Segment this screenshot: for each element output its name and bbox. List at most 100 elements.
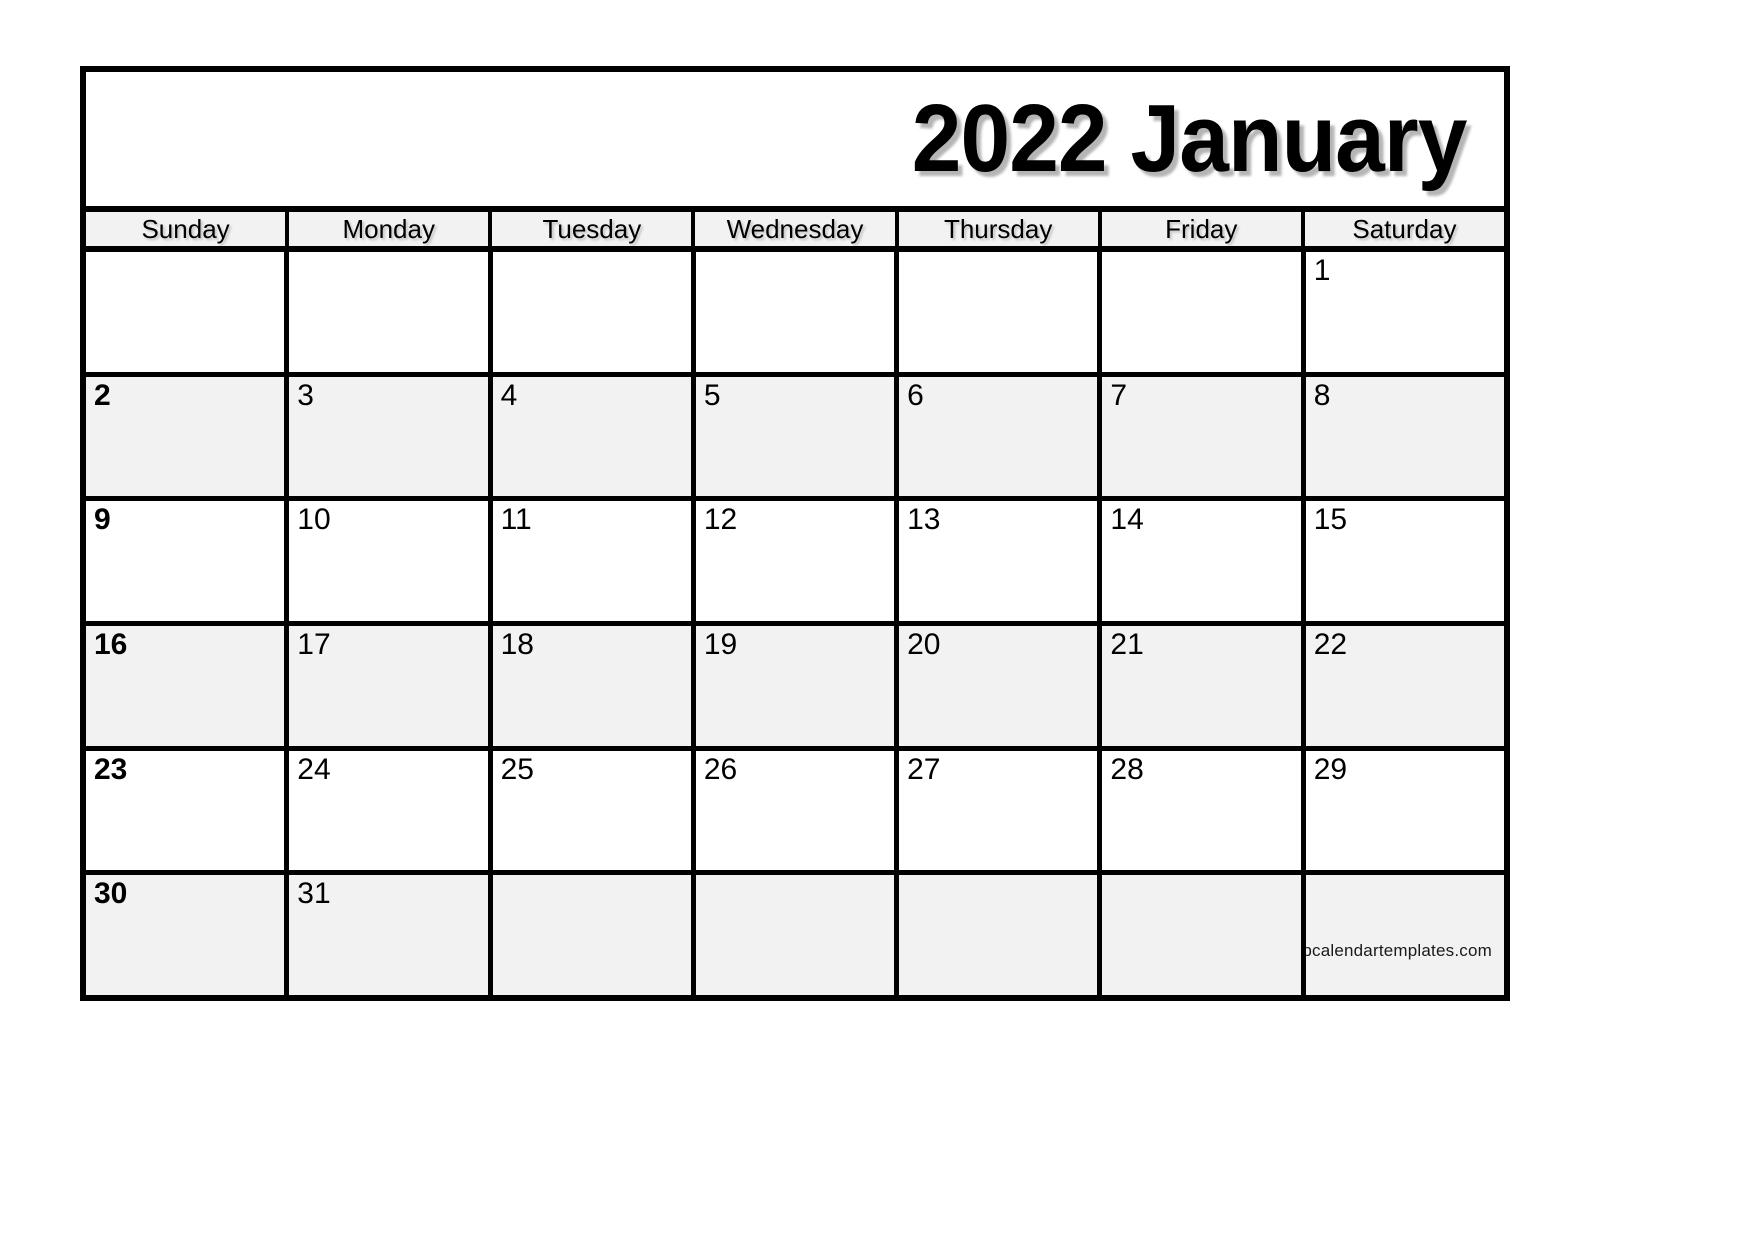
- weekday-label: Sunday: [141, 214, 230, 244]
- day-number: 25: [500, 752, 534, 786]
- day-number: 21: [1110, 628, 1144, 662]
- weekday-header-saturday: Saturday: [1304, 212, 1504, 246]
- day-cell[interactable]: [695, 252, 900, 372]
- day-cell[interactable]: 24: [289, 750, 493, 871]
- day-cell[interactable]: 5: [695, 376, 900, 497]
- day-cell[interactable]: 15: [1305, 501, 1504, 622]
- day-cell[interactable]: [695, 875, 900, 996]
- day-number: 9: [94, 503, 111, 537]
- day-number: 1: [1313, 254, 1331, 287]
- week-row: 9 10 11 12 13 14 15: [86, 501, 1504, 627]
- weekday-header-wednesday: Wednesday: [695, 212, 899, 246]
- day-number: 24: [297, 752, 331, 786]
- day-number: 8: [1313, 378, 1331, 412]
- week-row: 23 24 25 26 27 28 29: [86, 750, 1504, 876]
- week-row: 30 31 topcalendartemplates.com: [86, 875, 1504, 996]
- weekday-header-row: Sunday Monday Tuesday Wednesday Thursday…: [86, 212, 1504, 252]
- week-row: 16 17 18 19 20 21 22: [86, 626, 1504, 751]
- day-cell[interactable]: 9: [86, 501, 290, 622]
- day-number: 31: [297, 877, 331, 911]
- day-cell[interactable]: 11: [492, 501, 696, 622]
- week-row: 1: [86, 252, 1504, 377]
- day-cell[interactable]: [899, 875, 1103, 996]
- day-cell[interactable]: 13: [899, 501, 1103, 622]
- day-cell[interactable]: 14: [1102, 501, 1306, 622]
- day-cell[interactable]: 30: [86, 875, 290, 996]
- day-cell[interactable]: 31: [289, 875, 493, 996]
- day-number: 10: [297, 503, 331, 537]
- day-cell[interactable]: 18: [492, 626, 696, 746]
- day-cell[interactable]: 25: [492, 750, 696, 871]
- day-cell[interactable]: 20: [899, 626, 1103, 746]
- day-number: 12: [703, 503, 738, 537]
- calendar-page: 2022 January Sunday Monday Tuesday Wedne…: [0, 0, 1754, 1240]
- weekday-header-thursday: Thursday: [898, 212, 1102, 246]
- weekday-header-friday: Friday: [1101, 212, 1305, 246]
- day-cell[interactable]: topcalendartemplates.com: [1305, 875, 1504, 996]
- weekday-label: Monday: [342, 214, 435, 244]
- day-cell[interactable]: 1: [1305, 252, 1504, 372]
- weekday-header-sunday: Sunday: [86, 212, 290, 246]
- day-cell[interactable]: 21: [1102, 626, 1306, 746]
- day-cell[interactable]: [492, 875, 696, 996]
- day-number: 4: [500, 378, 518, 412]
- day-cell[interactable]: 8: [1305, 376, 1504, 497]
- day-number: 6: [907, 378, 924, 412]
- weekday-label: Thursday: [943, 214, 1053, 244]
- day-cell[interactable]: 28: [1102, 750, 1306, 871]
- day-number: 29: [1313, 752, 1348, 786]
- day-cell[interactable]: [492, 252, 696, 372]
- day-number: 14: [1110, 503, 1144, 537]
- site-credit: topcalendartemplates.com: [1305, 941, 1492, 961]
- day-number: 18: [500, 628, 534, 662]
- day-number: 17: [297, 628, 331, 662]
- day-cell[interactable]: 4: [492, 376, 696, 497]
- day-number: 23: [94, 752, 128, 786]
- day-number: 28: [1110, 752, 1144, 786]
- day-number: 15: [1313, 503, 1348, 537]
- day-number: 11: [500, 503, 532, 537]
- weekday-label: Friday: [1165, 214, 1238, 244]
- day-cell[interactable]: [86, 252, 290, 372]
- day-cell[interactable]: 2: [86, 376, 290, 497]
- day-number: 30: [94, 877, 128, 911]
- calendar-title: 2022 January: [911, 85, 1467, 192]
- calendar-title-row: 2022 January: [86, 72, 1504, 212]
- day-cell[interactable]: 22: [1305, 626, 1504, 746]
- day-cell[interactable]: [899, 252, 1103, 372]
- day-cell[interactable]: [1102, 875, 1306, 996]
- weekday-label: Tuesday: [542, 214, 642, 244]
- day-number: 22: [1313, 628, 1348, 662]
- day-number: 27: [907, 752, 941, 786]
- day-cell[interactable]: 6: [899, 376, 1103, 497]
- week-row: 2 3 4 5 6 7 8: [86, 376, 1504, 502]
- day-number: 13: [907, 503, 941, 537]
- day-cell[interactable]: [1102, 252, 1306, 372]
- day-number: 7: [1110, 378, 1128, 412]
- weekday-header-monday: Monday: [289, 212, 493, 246]
- calendar-table: 2022 January Sunday Monday Tuesday Wedne…: [80, 66, 1510, 1001]
- weekday-header-tuesday: Tuesday: [492, 212, 696, 246]
- day-number: 16: [94, 628, 128, 662]
- day-number: 3: [297, 378, 314, 412]
- day-cell[interactable]: 10: [289, 501, 493, 622]
- day-cell[interactable]: 19: [695, 626, 900, 746]
- day-cell[interactable]: 12: [695, 501, 900, 622]
- day-cell[interactable]: [289, 252, 493, 372]
- day-number: 26: [703, 752, 738, 786]
- day-number: 2: [94, 378, 111, 412]
- weekday-label: Wednesday: [726, 214, 864, 244]
- day-cell[interactable]: 23: [86, 750, 290, 871]
- day-cell[interactable]: 27: [899, 750, 1103, 871]
- day-cell[interactable]: 26: [695, 750, 900, 871]
- day-cell[interactable]: 3: [289, 376, 493, 497]
- day-number: 5: [703, 378, 721, 412]
- day-cell[interactable]: 7: [1102, 376, 1306, 497]
- day-number: 20: [907, 628, 941, 662]
- day-cell[interactable]: 29: [1305, 750, 1504, 871]
- day-cell[interactable]: 16: [86, 626, 290, 746]
- day-number: 19: [703, 628, 738, 662]
- calendar-weeks: 1 2 3 4 5 6 7 8 9 10 11 12 13 14 15 16 1…: [86, 252, 1504, 996]
- weekday-label: Saturday: [1352, 214, 1457, 244]
- day-cell[interactable]: 17: [289, 626, 493, 746]
